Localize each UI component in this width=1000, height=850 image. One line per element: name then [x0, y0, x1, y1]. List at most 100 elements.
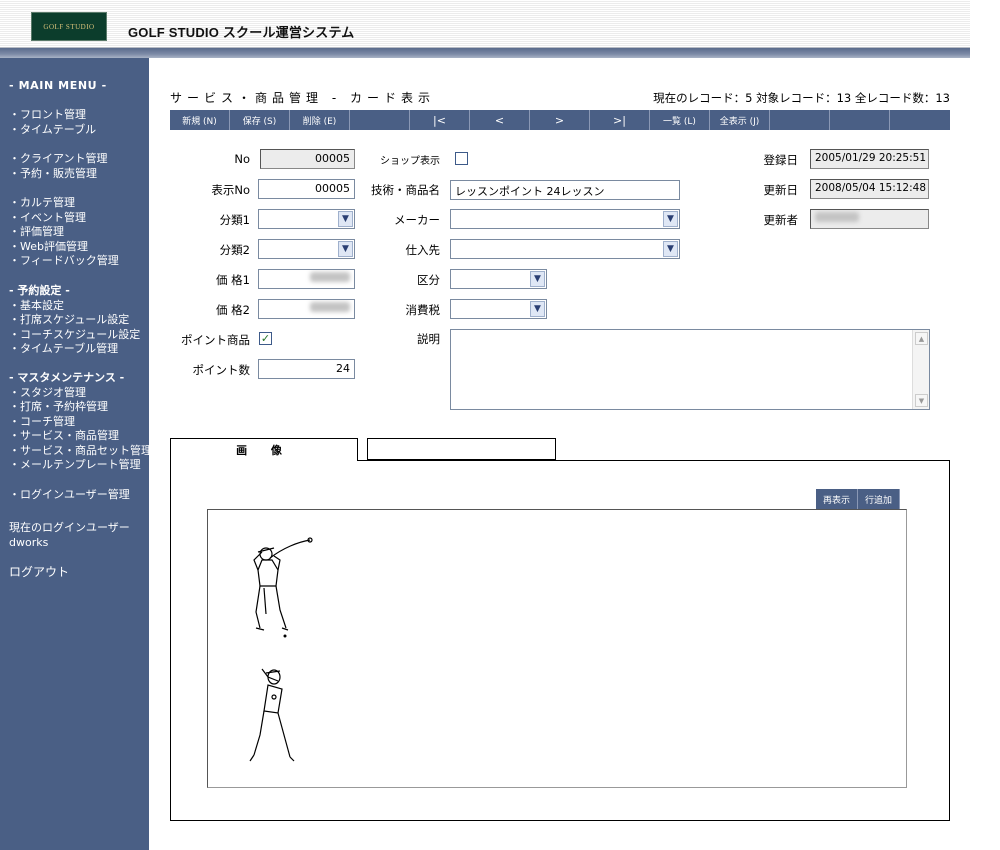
tax-label: 消費税 [405, 303, 441, 317]
golfer-illustration-backswing [249, 668, 295, 762]
category2-select[interactable]: ▼ [258, 239, 355, 259]
sidebar-item-service-product-set[interactable]: ・サービス・商品セット管理 [9, 444, 152, 459]
sidebar-item-front[interactable]: ・フロント管理 [9, 108, 96, 123]
no-label: No [234, 152, 250, 166]
sidebar-group-master: - マスタメンテナンス - ・スタジオ管理 ・打席・予約枠管理 ・コーチ管理 ・… [9, 371, 152, 473]
sidebar-item-studio[interactable]: ・スタジオ管理 [9, 386, 152, 401]
sidebar-item-karte[interactable]: ・カルテ管理 [9, 196, 119, 211]
sidebar-item-service-product[interactable]: ・サービス・商品管理 [9, 429, 152, 444]
redisplay-button[interactable]: 再表示 [816, 489, 859, 509]
supplier-select[interactable]: ▼ [450, 239, 680, 259]
name-label: 技術・商品名 [371, 183, 440, 197]
sidebar-item-basic-settings[interactable]: ・基本設定 [9, 299, 140, 314]
toolbar-spacer [770, 110, 830, 130]
sidebar-item-coach[interactable]: ・コーチ管理 [9, 415, 152, 430]
scroll-down-icon[interactable]: ▼ [915, 394, 928, 407]
sidebar-item-timetable[interactable]: ・タイムテーブル [9, 123, 96, 138]
display-no-label: 表示No [211, 183, 250, 197]
shop-display-label: ショップ表示 [380, 156, 440, 167]
toolbar-spacer [830, 110, 890, 130]
sidebar-group-client: ・クライアント管理 ・予約・販売管理 [9, 152, 108, 181]
delete-button[interactable]: 削除 (E) [290, 110, 350, 130]
sidebar-item-client[interactable]: ・クライアント管理 [9, 152, 108, 167]
maker-label: メーカー [394, 213, 440, 227]
shop-display-checkbox[interactable] [455, 152, 468, 165]
image-panel-buttons: 再表示 行追加 [816, 489, 901, 509]
sidebar-item-booth-slots[interactable]: ・打席・予約枠管理 [9, 400, 152, 415]
sidebar-heading-master: - マスタメンテナンス - [9, 371, 125, 384]
updated-date-field: 2008/05/04 15:12:48 [810, 179, 929, 199]
sidebar-item-evaluation[interactable]: ・評価管理 [9, 225, 119, 240]
toolbar-spacer [350, 110, 410, 130]
current-user-name: dworks [9, 535, 49, 549]
logout-group: ログアウト [9, 565, 69, 580]
chevron-down-icon: ▼ [338, 211, 353, 227]
point-item-label: ポイント商品 [181, 333, 250, 347]
main-menu-title: - MAIN MENU - [9, 79, 107, 92]
next-record-button[interactable]: > [530, 110, 590, 130]
first-record-button[interactable]: |< [410, 110, 470, 130]
current-user-block: 現在のログインユーザー dworks [9, 521, 130, 550]
image-area [207, 509, 907, 788]
sidebar-group-front: ・フロント管理 ・タイムテーブル [9, 108, 96, 137]
show-all-button[interactable]: 全表示 (J) [710, 110, 770, 130]
prev-record-button[interactable]: < [470, 110, 530, 130]
points-label: ポイント数 [192, 363, 251, 377]
sidebar-group-login-users: ・ログインユーザー管理 [9, 488, 130, 503]
sidebar-item-login-users[interactable]: ・ログインユーザー管理 [9, 488, 130, 503]
app-title: GOLF STUDIO スクール運営システム [128, 25, 355, 40]
sidebar-item-reservation-sales[interactable]: ・予約・販売管理 [9, 167, 108, 182]
new-button[interactable]: 新規 (N) [170, 110, 230, 130]
list-view-button[interactable]: 一覧 (L) [650, 110, 710, 130]
price1-input[interactable] [258, 269, 355, 289]
category1-label: 分類1 [219, 213, 250, 227]
updated-by-field [810, 209, 929, 229]
sidebar-item-event[interactable]: ・イベント管理 [9, 211, 119, 226]
points-input[interactable]: 24 [258, 359, 355, 379]
last-record-button[interactable]: >| [590, 110, 650, 130]
add-row-button[interactable]: 行追加 [858, 489, 901, 509]
header: GOLF STUDIO GOLF STUDIO スクール運営システム [0, 0, 970, 48]
category2-label: 分類2 [219, 243, 250, 257]
registered-date-field: 2005/01/29 20:25:51 [810, 149, 929, 169]
category1-select[interactable]: ▼ [258, 209, 355, 229]
save-button[interactable]: 保存 (S) [230, 110, 290, 130]
logout-link[interactable]: ログアウト [9, 565, 69, 580]
masked-value [310, 272, 350, 282]
name-input[interactable]: レッスンポイント 24レッスン [450, 180, 680, 200]
sidebar-item-timetable-management[interactable]: ・タイムテーブル管理 [9, 342, 140, 357]
sidebar-heading-reservation-settings: - 予約設定 - [9, 284, 70, 297]
sidebar-item-booth-schedule[interactable]: ・打席スケジュール設定 [9, 313, 140, 328]
chevron-down-icon: ▼ [530, 301, 545, 317]
description-textarea[interactable]: ▲ ▼ [450, 329, 930, 410]
maker-select[interactable]: ▼ [450, 209, 680, 229]
point-item-checkbox[interactable]: ✓ [259, 332, 272, 345]
sidebar-item-mail-template[interactable]: ・メールテンプレート管理 [9, 458, 152, 473]
division-label: 区分 [417, 273, 440, 287]
description-scrollbar[interactable]: ▲ ▼ [912, 330, 929, 409]
no-field: 00005 [260, 149, 355, 169]
sidebar-group-reservation-settings: - 予約設定 - ・基本設定 ・打席スケジュール設定 ・コーチスケジュール設定 … [9, 284, 140, 357]
division-select[interactable]: ▼ [450, 269, 547, 289]
tab-image[interactable]: 画 像 [170, 438, 358, 461]
chevron-down-icon: ▼ [530, 271, 545, 287]
description-label: 説明 [417, 332, 440, 346]
display-no-input[interactable]: 00005 [258, 179, 355, 199]
masked-value [815, 212, 859, 222]
tab-second[interactable] [367, 438, 556, 460]
price2-input[interactable] [258, 299, 355, 319]
registered-date-label: 登録日 [763, 153, 799, 167]
tax-select[interactable]: ▼ [450, 299, 547, 319]
header-divider [0, 48, 970, 58]
sidebar-item-coach-schedule[interactable]: ・コーチスケジュール設定 [9, 328, 140, 343]
sidebar-item-feedback[interactable]: ・フィードバック管理 [9, 254, 119, 269]
chevron-down-icon: ▼ [338, 241, 353, 257]
toolbar: 新規 (N) 保存 (S) 削除 (E) |< < > >| 一覧 (L) 全表… [170, 110, 950, 130]
app-window: GOLF STUDIO GOLF STUDIO スクール運営システム - MAI… [0, 0, 1000, 850]
price1-label: 価 格1 [216, 273, 250, 287]
record-info: 現在のレコード：5 対象レコード：13 全レコード数：13 [653, 91, 950, 105]
updated-by-label: 更新者 [763, 213, 799, 227]
sidebar-item-web-evaluation[interactable]: ・Web評価管理 [9, 240, 119, 255]
scroll-up-icon[interactable]: ▲ [915, 332, 928, 345]
